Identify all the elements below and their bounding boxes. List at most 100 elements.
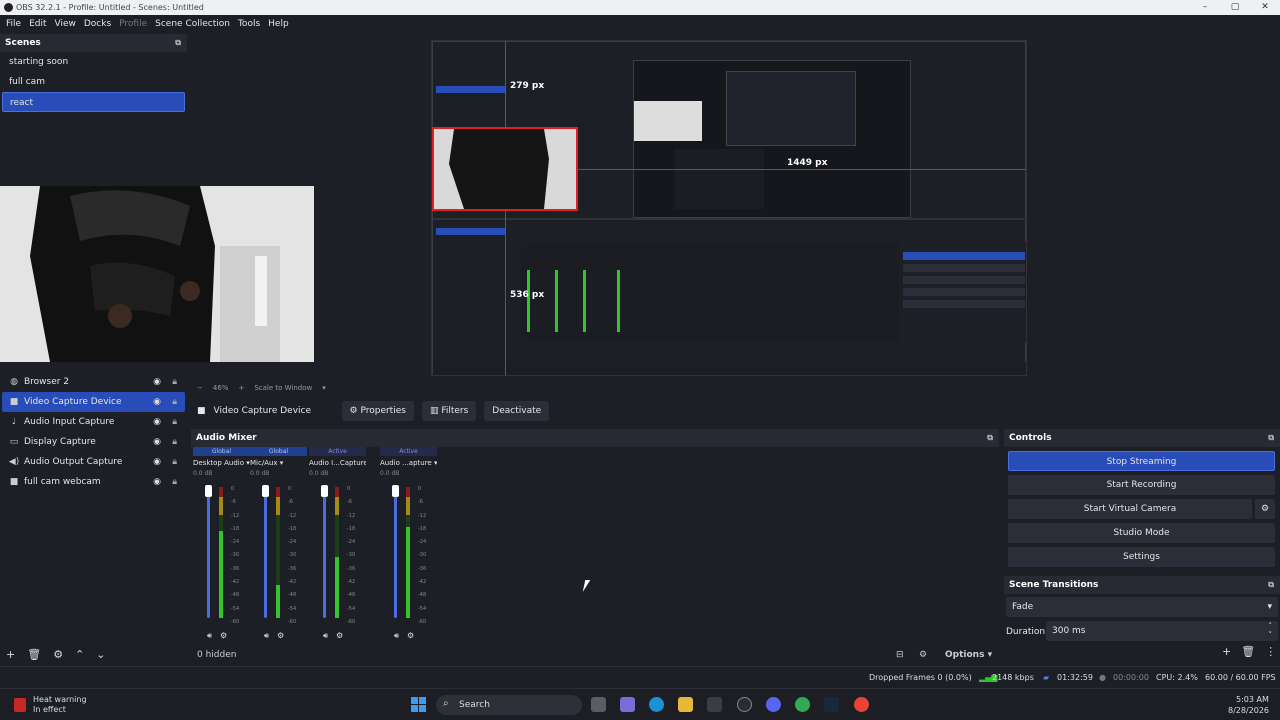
lock-icon[interactable]: 🔒︎	[172, 392, 177, 412]
menu-file[interactable]: File	[6, 19, 21, 29]
start-virtual-camera-button[interactable]: Start Virtual Camera	[1008, 499, 1252, 519]
menu-help[interactable]: Help	[268, 19, 289, 29]
mute-speaker-icon[interactable]: 🔊︎	[323, 631, 328, 641]
spin-arrows-icon[interactable]: ˄ ˅	[1269, 622, 1273, 640]
duration-spinbox[interactable]: 300 ms ˄ ˅	[1046, 621, 1278, 641]
steam-icon[interactable]	[824, 697, 839, 712]
zoom-in-icon[interactable]: +	[238, 384, 244, 392]
minimize-button[interactable]: –	[1190, 0, 1220, 15]
source-item-audio-input-capture[interactable]: ♩ Audio Input Capture ◉ 🔒︎	[2, 412, 185, 432]
channel-config-icon[interactable]: ⚙	[407, 631, 414, 641]
move-up-icon[interactable]: ⌃	[75, 648, 84, 661]
discord-icon[interactable]	[766, 697, 781, 712]
maximize-button[interactable]: ▢	[1220, 0, 1250, 15]
source-label: Browser 2	[24, 377, 70, 387]
source-item-full-cam-webcam[interactable]: ■ full cam webcam ◉ 🔒︎	[2, 472, 185, 492]
gear-icon[interactable]: ⚙	[53, 648, 63, 661]
scene-item-starting-soon[interactable]: starting soon	[2, 52, 185, 72]
volume-slider[interactable]	[264, 487, 267, 618]
menu-tools[interactable]: Tools	[238, 19, 260, 29]
volume-slider[interactable]	[394, 487, 397, 618]
undock-icon[interactable]: ⧉	[987, 433, 993, 443]
scene-item-full-cam[interactable]: full cam	[2, 72, 185, 92]
add-source-icon[interactable]: +	[6, 648, 15, 661]
properties-button[interactable]: ⚙ Properties	[341, 401, 414, 421]
volume-slider-handle[interactable]	[205, 485, 212, 497]
channel-name[interactable]: Audio ...apture ▾	[380, 459, 437, 467]
start-recording-button[interactable]: Start Recording	[1008, 475, 1275, 495]
undock-icon[interactable]: ⧉	[1268, 433, 1274, 443]
menu-profile[interactable]: Profile	[119, 19, 147, 29]
filters-button[interactable]: ▥ Filters	[421, 401, 477, 421]
eye-icon[interactable]: ◉	[153, 472, 161, 492]
preview-canvas[interactable]: 279 px 1449 px 536 px	[431, 40, 1027, 376]
scene-item-react[interactable]: react	[2, 92, 185, 112]
eye-icon[interactable]: ◉	[153, 392, 161, 412]
meter-tick-label: -48	[418, 592, 427, 599]
source-item-video-capture-device[interactable]: ■ Video Capture Device ◉ 🔒︎	[2, 392, 185, 412]
source-item-display-capture[interactable]: ▭ Display Capture ◉ 🔒︎	[2, 432, 185, 452]
lock-icon[interactable]: 🔒︎	[172, 452, 177, 472]
undock-icon[interactable]: ⧉	[1268, 580, 1274, 590]
edge-icon[interactable]	[649, 697, 664, 712]
volume-slider[interactable]	[323, 487, 326, 618]
more-options-icon[interactable]: ⋮	[1265, 645, 1276, 658]
chevron-down-icon[interactable]: ▾	[322, 384, 326, 392]
mute-speaker-icon[interactable]: 🔊︎	[207, 631, 212, 641]
mute-speaker-icon[interactable]: 🔊︎	[394, 631, 399, 641]
channel-config-icon[interactable]: ⚙	[220, 631, 227, 641]
volume-slider[interactable]	[207, 487, 210, 618]
lock-icon[interactable]: 🔒︎	[172, 432, 177, 452]
trash-icon[interactable]: 🗑︎	[27, 648, 41, 661]
menu-scene-collection[interactable]: Scene Collection	[155, 19, 230, 29]
volume-slider-handle[interactable]	[392, 485, 399, 497]
obs-taskbar-icon[interactable]	[737, 697, 752, 712]
advanced-audio-icon[interactable]: ⚙	[919, 650, 927, 660]
eye-icon[interactable]: ◉	[153, 452, 161, 472]
task-view-icon[interactable]	[591, 697, 606, 712]
lock-icon[interactable]: 🔒︎	[172, 412, 177, 432]
windows-start-icon[interactable]	[411, 697, 427, 713]
layout-icon[interactable]: ⊟	[896, 650, 904, 660]
settings-button[interactable]: Settings	[1008, 547, 1275, 567]
eye-icon[interactable]: ◉	[153, 432, 161, 452]
eye-icon[interactable]: ◉	[153, 372, 161, 392]
heat-warning-icon[interactable]	[14, 698, 26, 712]
chrome-profile-icon[interactable]	[854, 697, 869, 712]
close-button[interactable]: ✕	[1250, 0, 1280, 15]
virtual-camera-settings-button[interactable]: ⚙	[1255, 499, 1275, 519]
scale-mode[interactable]: Scale to Window	[254, 384, 312, 392]
eye-icon[interactable]: ◉	[153, 412, 161, 432]
channel-name[interactable]: Mic/Aux ▾	[250, 459, 307, 467]
transition-select[interactable]: Fade ▾	[1006, 597, 1278, 617]
store-icon[interactable]	[707, 697, 722, 712]
undock-icon[interactable]: ⧉	[175, 38, 181, 48]
file-explorer-icon[interactable]	[678, 697, 693, 712]
channel-name[interactable]: Audio I...Capture ▾	[309, 459, 366, 467]
channel-config-icon[interactable]: ⚙	[336, 631, 343, 641]
menu-edit[interactable]: Edit	[29, 19, 46, 29]
mute-speaker-icon[interactable]: 🔊︎	[264, 631, 269, 641]
channel-name[interactable]: Desktop Audio ▾	[193, 459, 250, 467]
chrome-icon[interactable]	[795, 697, 810, 712]
lock-icon[interactable]: 🔒︎	[172, 472, 177, 492]
channel-config-icon[interactable]: ⚙	[277, 631, 284, 641]
deactivate-button[interactable]: Deactivate	[484, 401, 550, 421]
volume-slider-handle[interactable]	[262, 485, 269, 497]
taskbar-search-box[interactable]: ⌕ Search	[436, 695, 582, 715]
add-transition-icon[interactable]: +	[1222, 645, 1231, 658]
zoom-out-icon[interactable]: −	[197, 384, 203, 392]
source-item-browser-2[interactable]: ◍ Browser 2 ◉ 🔒︎	[2, 372, 185, 392]
volume-slider-handle[interactable]	[321, 485, 328, 497]
menu-view[interactable]: View	[55, 19, 76, 29]
trash-icon[interactable]: 🗑︎	[1241, 645, 1255, 658]
menu-docks[interactable]: Docks	[84, 19, 111, 29]
stop-streaming-button[interactable]: Stop Streaming	[1008, 451, 1275, 471]
options-menu[interactable]: Options ▾	[945, 650, 992, 660]
move-down-icon[interactable]: ⌄	[96, 648, 105, 661]
copilot-icon[interactable]	[620, 697, 635, 712]
source-item-audio-output-capture[interactable]: ◀) Audio Output Capture ◉ 🔒︎	[2, 452, 185, 472]
lock-icon[interactable]: 🔒︎	[172, 372, 177, 392]
studio-mode-button[interactable]: Studio Mode	[1008, 523, 1275, 543]
selected-source-box[interactable]	[432, 127, 578, 211]
